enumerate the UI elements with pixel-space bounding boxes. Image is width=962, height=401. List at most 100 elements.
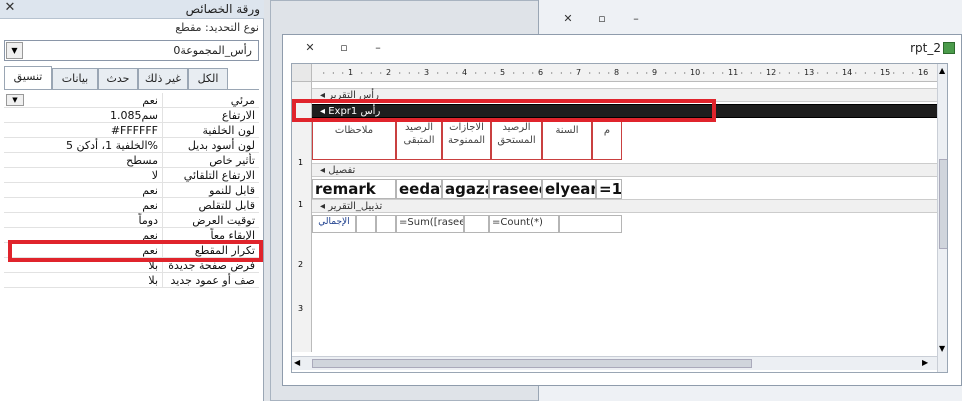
ruler-number: 6 bbox=[538, 68, 544, 77]
scroll-down-icon[interactable]: ▼ bbox=[939, 344, 945, 353]
report-window-title: rpt_2 bbox=[910, 41, 941, 55]
close-icon[interactable]: ✕ bbox=[559, 12, 577, 25]
detail-field[interactable]: =1 bbox=[596, 179, 622, 199]
property-value[interactable]: بلا bbox=[6, 273, 162, 288]
detail-field[interactable]: agaza bbox=[442, 179, 489, 199]
ruler-tick: · bbox=[892, 69, 896, 78]
property-sheet: ✕ ورقة الخصائص نوع التحديد: مقطع ▼ رأس_ا… bbox=[0, 0, 264, 401]
property-value[interactable]: نعم bbox=[6, 228, 162, 243]
minimize-icon[interactable]: – bbox=[627, 12, 645, 25]
column-header[interactable]: الرصيد المستحق bbox=[491, 120, 542, 160]
property-row[interactable]: الخلفية 1، أدكن 5% لون أسود بديل bbox=[4, 138, 259, 153]
tab-format[interactable]: تنسيق bbox=[4, 66, 52, 90]
property-value[interactable]: 1.085سم bbox=[6, 108, 162, 123]
property-value[interactable]: #FFFFFF bbox=[6, 123, 162, 138]
property-row[interactable]: بلا فرض صفحة جديدة bbox=[4, 258, 259, 273]
footer-empty-cell[interactable] bbox=[376, 215, 396, 233]
scroll-thumb[interactable] bbox=[939, 159, 947, 249]
footer-total-label[interactable]: الإجمالي bbox=[312, 215, 356, 233]
horizontal-ruler: 1 · · · 2 · · · 3 · · · 4 · · · 5 · · · 6 · · · 7 · · · 8 · · · 9 · · · 10 · ·… bbox=[312, 64, 937, 82]
column-header[interactable]: الاجازات الممنوحة bbox=[442, 120, 491, 160]
footer-sum-field[interactable]: =Sum([rasee bbox=[396, 215, 464, 233]
property-name: توقيت العرض bbox=[162, 213, 259, 228]
restore-icon[interactable]: ▫ bbox=[593, 12, 611, 25]
horizontal-scrollbar[interactable]: ◀ ▶ bbox=[292, 356, 937, 370]
footer-empty-cell[interactable] bbox=[559, 215, 622, 233]
tab-other[interactable]: غير ذلك bbox=[138, 68, 188, 89]
property-value[interactable]: نعم bbox=[6, 243, 162, 258]
ruler-tick: · bbox=[854, 69, 858, 78]
ruler-tick: · bbox=[588, 69, 592, 78]
ruler-tick: · bbox=[512, 69, 516, 78]
report-header-bar[interactable]: ◂ رأس التقرير bbox=[312, 88, 937, 102]
ruler-number: 13 bbox=[804, 68, 815, 77]
scroll-up-icon[interactable]: ▲ bbox=[939, 66, 945, 75]
property-row[interactable]: ▼ نعم مرئي bbox=[4, 93, 259, 108]
ruler-tick: · bbox=[759, 69, 763, 78]
ruler-tick: · bbox=[360, 69, 364, 78]
minimize-icon[interactable]: – bbox=[369, 41, 387, 54]
ruler-number: 5 bbox=[500, 68, 506, 77]
property-row[interactable]: نعم الإبقاء معاً bbox=[4, 228, 259, 243]
property-row[interactable]: 1.085سم الارتفاع bbox=[4, 108, 259, 123]
restore-icon[interactable]: ▫ bbox=[335, 41, 353, 54]
group-header-label: ◂ Expr1 رأس bbox=[320, 106, 381, 117]
scroll-thumb[interactable] bbox=[312, 359, 752, 368]
property-name: تأثير خاص bbox=[162, 153, 259, 168]
tab-data[interactable]: بيانات bbox=[52, 68, 98, 89]
property-row[interactable]: نعم قابل للتقلص bbox=[4, 198, 259, 213]
property-value[interactable]: مسطح bbox=[6, 153, 162, 168]
column-header[interactable]: م bbox=[592, 120, 622, 160]
property-row[interactable]: بلا صف أو عمود جديد bbox=[4, 273, 259, 288]
ruler-number: 1 bbox=[348, 68, 354, 77]
property-value[interactable]: لا bbox=[6, 168, 162, 183]
footer-count-field[interactable]: =Count(*) bbox=[489, 215, 559, 233]
scroll-left-icon[interactable]: ◀ bbox=[294, 358, 300, 367]
tab-all[interactable]: الكل bbox=[188, 68, 228, 89]
footer-empty-cell[interactable] bbox=[464, 215, 489, 233]
property-row[interactable]: نعم تكرار المقطع bbox=[4, 243, 259, 258]
ruler-tick: · bbox=[560, 69, 563, 78]
report-header-label: ◂ رأس التقرير bbox=[320, 90, 379, 101]
ruler-number: 10 bbox=[690, 68, 701, 77]
ruler-number: 12 bbox=[766, 68, 777, 77]
report-footer-bar[interactable]: ◂ تذييل_التقرير bbox=[312, 199, 937, 213]
detail-field[interactable]: raseed m bbox=[489, 179, 542, 199]
detail-field[interactable]: elyear bbox=[542, 179, 596, 199]
object-selector-value: رأس_المجموعة0 bbox=[173, 44, 252, 57]
column-header[interactable]: الرصيد المتبقى bbox=[396, 120, 442, 160]
property-value[interactable]: نعم bbox=[6, 198, 162, 213]
footer-empty-cell[interactable] bbox=[356, 215, 376, 233]
chevron-down-icon[interactable]: ▼ bbox=[6, 42, 23, 59]
detail-field[interactable]: remark bbox=[312, 179, 396, 199]
ruler-number: 16 bbox=[918, 68, 929, 77]
property-row[interactable]: دوماً توقيت العرض bbox=[4, 213, 259, 228]
property-row[interactable]: نعم قابل للنمو bbox=[4, 183, 259, 198]
close-icon[interactable]: ✕ bbox=[3, 1, 17, 15]
ruler-tick: · bbox=[531, 69, 535, 78]
ruler-tick: · bbox=[550, 69, 554, 78]
ruler-tick: · bbox=[332, 69, 335, 78]
property-value[interactable]: الخلفية 1، أدكن 5% bbox=[6, 138, 162, 153]
object-selector[interactable]: ▼ رأس_المجموعة0 bbox=[4, 40, 259, 61]
ruler-corner[interactable] bbox=[292, 64, 312, 82]
detail-bar[interactable]: ◂ تفصيل bbox=[312, 163, 937, 177]
property-row[interactable]: لا الارتفاع التلقائي bbox=[4, 168, 259, 183]
ruler-tick: · bbox=[664, 69, 668, 78]
scroll-right-icon[interactable]: ▶ bbox=[922, 358, 928, 367]
tab-event[interactable]: حدث bbox=[98, 68, 138, 89]
property-value[interactable]: دوماً bbox=[6, 213, 162, 228]
column-header[interactable]: ملاحظات bbox=[312, 120, 396, 160]
ruler-tick: · bbox=[674, 69, 677, 78]
detail-field[interactable]: eedat bbox=[396, 179, 442, 199]
property-value[interactable]: نعم bbox=[6, 183, 162, 198]
close-icon[interactable]: ✕ bbox=[301, 41, 319, 54]
property-value[interactable]: نعم bbox=[6, 93, 162, 108]
column-header[interactable]: السنة bbox=[542, 120, 592, 160]
property-row[interactable]: #FFFFFF لون الخلفية bbox=[4, 123, 259, 138]
group-header-bar[interactable]: ◂ Expr1 رأس bbox=[312, 104, 937, 118]
property-value[interactable]: بلا bbox=[6, 258, 162, 273]
ruler-tick: · bbox=[778, 69, 782, 78]
vertical-scrollbar[interactable]: ▲ ▼ bbox=[937, 64, 947, 372]
property-row[interactable]: مسطح تأثير خاص bbox=[4, 153, 259, 168]
